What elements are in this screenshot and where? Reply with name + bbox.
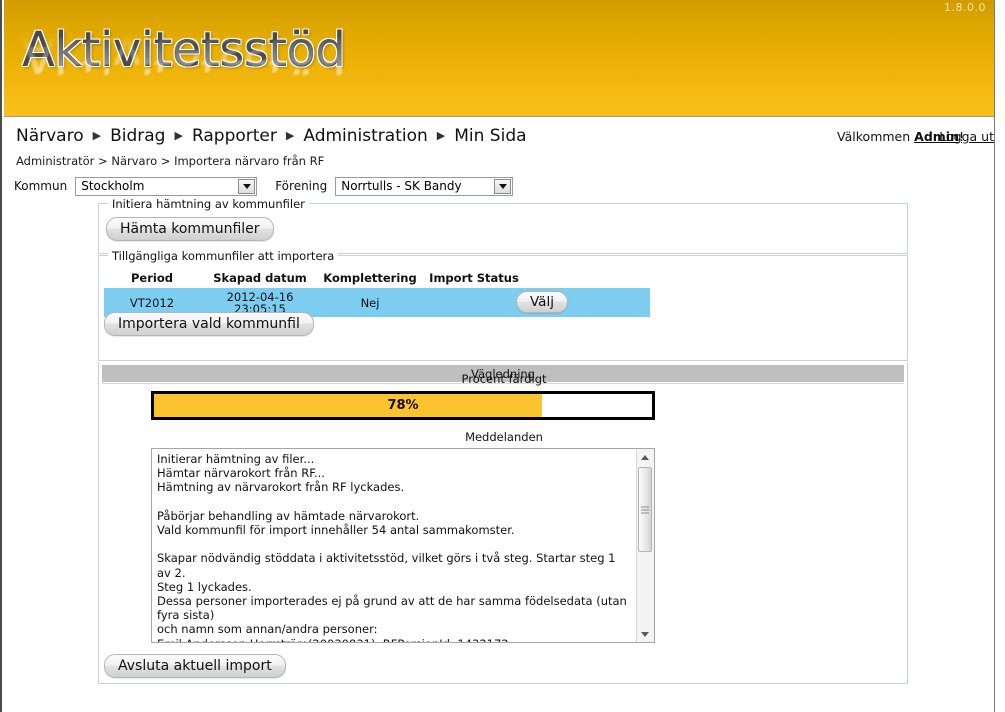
available-files-legend: Tillgängliga kommunfiler att importera xyxy=(108,249,339,263)
nav-item-narvaro[interactable]: Närvaro xyxy=(16,126,84,146)
app-banner: 1.8.0.0 Aktivitetsstöd Aktivitetsstöd xyxy=(4,0,995,116)
fetch-municipal-files-button[interactable]: Hämta kommunfiler xyxy=(106,217,274,241)
scrollbar-grip-icon xyxy=(641,506,649,513)
available-files-panel: Tillgängliga kommunfiler att importera P… xyxy=(98,249,908,361)
breadcrumb-separator: > xyxy=(94,154,112,168)
version-label: 1.8.0.0 xyxy=(944,1,986,14)
messages-log[interactable]: Initierar hämtning av filer... Hämtar nä… xyxy=(151,448,655,643)
kommun-selected-value: Stockholm xyxy=(81,179,145,193)
percent-complete-label: Procent färdigt xyxy=(461,372,547,386)
scrollbar-thumb[interactable] xyxy=(638,467,652,552)
cell-period: VT2012 xyxy=(129,295,175,310)
chevron-down-icon[interactable] xyxy=(238,178,256,194)
messages-log-scrollbar[interactable] xyxy=(636,449,654,642)
forening-select[interactable]: Norrtulls - SK Bandy xyxy=(335,176,514,196)
nav-separator-icon: ▶ xyxy=(174,128,183,142)
nav-item-bidrag[interactable]: Bidrag xyxy=(110,126,165,146)
breadcrumb-item-administrator[interactable]: Administratör xyxy=(16,154,94,168)
main-navigation: Närvaro ▶ Bidrag ▶ Rapporter ▶ Administr… xyxy=(16,124,527,148)
nav-separator-icon: ▶ xyxy=(436,128,446,142)
forening-selected-value: Norrtulls - SK Bandy xyxy=(341,179,462,193)
messages-label: Meddelanden xyxy=(465,430,543,444)
banner-divider xyxy=(4,116,995,117)
available-files-table: Period Skapad datum Komplettering Import… xyxy=(104,270,650,317)
welcome-prefix: Välkommen xyxy=(837,129,915,144)
select-file-button[interactable]: Välj xyxy=(516,291,568,313)
nav-item-rapporter[interactable]: Rapporter xyxy=(192,126,277,146)
cell-skapad-datum: 2012-04-16 23:05:15 xyxy=(200,291,320,315)
column-header-period: Period xyxy=(131,271,173,285)
logout-link[interactable]: Logga ut xyxy=(939,129,994,144)
app-logo: Aktivitetsstöd Aktivitetsstöd xyxy=(22,22,422,112)
messages-log-text: Initierar hämtning av filer... Hämtar nä… xyxy=(157,452,627,642)
chevron-down-icon[interactable] xyxy=(494,178,512,194)
cell-komplettering: Nej xyxy=(360,295,380,310)
column-header-import-status: Import Status xyxy=(429,271,519,285)
progress-bar: 78% xyxy=(151,391,655,420)
scroll-up-icon[interactable] xyxy=(637,449,653,465)
filter-row: Kommun Stockholm Förening Norrtulls - SK… xyxy=(14,176,514,196)
column-header-komplettering: Komplettering xyxy=(323,271,417,285)
abort-current-import-button[interactable]: Avsluta aktuell import xyxy=(104,654,286,678)
nav-separator-icon: ▶ xyxy=(285,128,295,142)
breadcrumb: Administratör > Närvaro > Importera närv… xyxy=(16,154,324,168)
breadcrumb-item-narvaro[interactable]: Närvaro xyxy=(111,154,157,168)
initiate-download-panel: Initiera hämtning av kommunfiler Hämta k… xyxy=(98,197,908,254)
nav-separator-icon: ▶ xyxy=(92,128,102,142)
forening-label: Förening xyxy=(275,179,328,193)
page-right-border xyxy=(994,0,995,712)
nav-item-administration[interactable]: Administration xyxy=(303,126,427,146)
guidance-progress-panel: Vägledning Procent färdigt 78% Meddeland… xyxy=(98,362,908,684)
page-frame: 1.8.0.0 Aktivitetsstöd Aktivitetsstöd Nä… xyxy=(0,0,1005,712)
import-selected-file-button[interactable]: Importera vald kommunfil xyxy=(104,312,314,336)
kommun-select[interactable]: Stockholm xyxy=(75,176,258,196)
app-logo-reflection: Aktivitetsstöd xyxy=(22,26,346,82)
table-header-row: Period Skapad datum Komplettering Import… xyxy=(104,270,650,286)
cell-skapad-datum-date: 2012-04-16 xyxy=(226,289,294,304)
progress-bar-value: 78% xyxy=(387,398,419,413)
breadcrumb-separator: > xyxy=(157,154,175,168)
scroll-down-icon[interactable] xyxy=(637,626,653,642)
kommun-label: Kommun xyxy=(14,179,68,193)
column-header-skapad-datum: Skapad datum xyxy=(213,271,307,285)
nav-item-min-sida[interactable]: Min Sida xyxy=(454,126,526,146)
breadcrumb-item-current: Importera närvaro från RF xyxy=(174,154,325,168)
initiate-download-legend: Initiera hämtning av kommunfiler xyxy=(108,197,309,211)
